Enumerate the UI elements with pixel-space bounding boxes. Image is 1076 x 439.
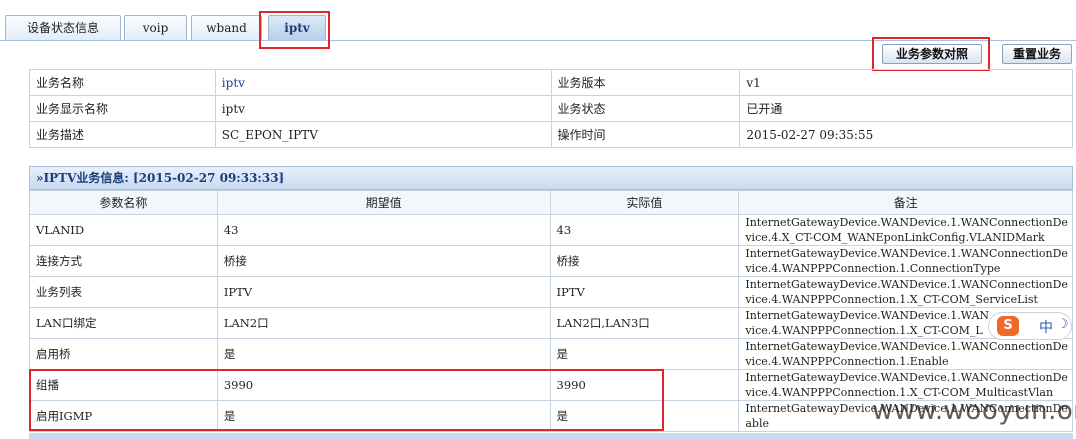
service-name-value: iptv bbox=[214, 69, 552, 96]
service-status-value: 已开通 bbox=[739, 95, 1073, 122]
remark-line: InternetGatewayDevice.WANDevice.1.WANCon… bbox=[745, 340, 1068, 353]
table-row: 启用桥 是 是 InternetGatewayDevice.WANDevice.… bbox=[29, 338, 1073, 370]
param-name: 业务列表 bbox=[29, 276, 218, 308]
remark-line: InternetGatewayDevice.WANDevice.1.WANCon… bbox=[745, 278, 1068, 291]
table-row: 业务列表 IPTV IPTV InternetGatewayDevice.WAN… bbox=[29, 276, 1073, 308]
remark-line: InternetGatewayDevice.WANDevice.1.WANCon… bbox=[745, 247, 1068, 260]
param-name: VLANID bbox=[29, 214, 218, 246]
col-header-param-name: 参数名称 bbox=[29, 190, 218, 215]
reset-service-button[interactable]: 重置业务 bbox=[1002, 44, 1072, 64]
ime-language-toggle[interactable]: 中 bbox=[1039, 317, 1053, 337]
tab-device-status[interactable]: 设备状态信息 bbox=[5, 15, 121, 40]
moon-icon[interactable]: ☽ bbox=[1057, 317, 1069, 332]
table-header-row: 参数名称 期望值 实际值 备注 bbox=[29, 190, 1073, 215]
table-footer-strip bbox=[29, 433, 1073, 439]
highlight-box-iptv-tab bbox=[259, 11, 330, 49]
remark-line: vice.4.WANPPPConnection.1.X_CT-COM_Servi… bbox=[745, 293, 1038, 306]
table-row: 业务名称 iptv 业务版本 v1 bbox=[29, 69, 1073, 96]
remark-line: InternetGatewayDevice.WANDevice.1.WANCon… bbox=[745, 371, 1068, 384]
expected-value: 桥接 bbox=[216, 245, 551, 277]
table-row: LAN口绑定 LAN2口 LAN2口,LAN3口 InternetGateway… bbox=[29, 307, 1073, 339]
col-header-remark: 备注 bbox=[738, 190, 1073, 215]
tab-bar: 设备状态信息 voip wband iptv bbox=[0, 0, 1076, 42]
expected-value: 43 bbox=[216, 214, 551, 246]
actual-value: 43 bbox=[549, 214, 740, 246]
ime-toolbar[interactable]: S 中 ☽ bbox=[988, 312, 1072, 340]
tab-voip[interactable]: voip bbox=[124, 15, 187, 40]
param-name: 连接方式 bbox=[29, 245, 218, 277]
remark-line: InternetGatewayDevice.WANDevice.1.WANCon… bbox=[745, 216, 1068, 229]
table-row: VLANID 43 43 InternetGatewayDevice.WANDe… bbox=[29, 214, 1073, 246]
op-time-label: 操作时间 bbox=[550, 121, 741, 148]
service-desc-value: SC_EPON_IPTV bbox=[214, 121, 552, 148]
service-info-table: 业务名称 iptv 业务版本 v1 业务显示名称 iptv 业务状态 已开通 业… bbox=[29, 69, 1073, 148]
col-header-expected: 期望值 bbox=[216, 190, 551, 215]
display-name-label: 业务显示名称 bbox=[29, 95, 216, 122]
expected-value: 是 bbox=[216, 338, 551, 370]
param-name: 启用桥 bbox=[29, 338, 218, 370]
service-version-value: v1 bbox=[739, 69, 1073, 96]
actual-value: 是 bbox=[549, 338, 740, 370]
service-status-label: 业务状态 bbox=[550, 95, 741, 122]
expected-value: LAN2口 bbox=[216, 307, 551, 339]
iptv-section-title: »IPTV业务信息: [2015-02-27 09:33:33] bbox=[29, 166, 1073, 190]
remark-cell: InternetGatewayDevice.WANDevice.1.WANCon… bbox=[738, 214, 1073, 246]
table-row: 连接方式 桥接 桥接 InternetGatewayDevice.WANDevi… bbox=[29, 245, 1073, 277]
service-desc-label: 业务描述 bbox=[29, 121, 216, 148]
param-name: LAN口绑定 bbox=[29, 307, 218, 339]
remark-line: vice.4.X_CT-COM_WANEponLinkConfig.VLANID… bbox=[745, 231, 1045, 244]
remark-cell: InternetGatewayDevice.WANDevice.1.WANCon… bbox=[738, 276, 1073, 308]
service-name-link[interactable]: iptv bbox=[222, 76, 245, 90]
remark-line: vice.4.WANPPPConnection.1.Enable bbox=[745, 355, 949, 368]
watermark: www.wooyun.org bbox=[872, 396, 1076, 426]
service-version-label: 业务版本 bbox=[550, 69, 741, 96]
service-name-label: 业务名称 bbox=[29, 69, 216, 96]
highlight-box-multicast-rows bbox=[29, 369, 664, 431]
col-header-actual: 实际值 bbox=[549, 190, 740, 215]
actual-value: LAN2口,LAN3口 bbox=[549, 307, 740, 339]
remark-line: vice.4.WANPPPConnection.1.ConnectionType bbox=[745, 262, 1001, 275]
display-name-value: iptv bbox=[214, 95, 552, 122]
highlight-box-compare-button bbox=[872, 37, 990, 71]
sogou-logo-icon[interactable]: S bbox=[997, 316, 1019, 336]
actual-value: 桥接 bbox=[549, 245, 740, 277]
remark-cell: InternetGatewayDevice.WANDevice.1.WANCon… bbox=[738, 245, 1073, 277]
table-row: 业务显示名称 iptv 业务状态 已开通 bbox=[29, 95, 1073, 122]
remark-cell: InternetGatewayDevice.WANDevice.1.WANCon… bbox=[738, 338, 1073, 370]
op-time-value: 2015-02-27 09:35:55 bbox=[739, 121, 1073, 148]
table-row: 业务描述 SC_EPON_IPTV 操作时间 2015-02-27 09:35:… bbox=[29, 121, 1073, 148]
expected-value: IPTV bbox=[216, 276, 551, 308]
tab-wband[interactable]: wband bbox=[191, 15, 262, 40]
actual-value: IPTV bbox=[549, 276, 740, 308]
